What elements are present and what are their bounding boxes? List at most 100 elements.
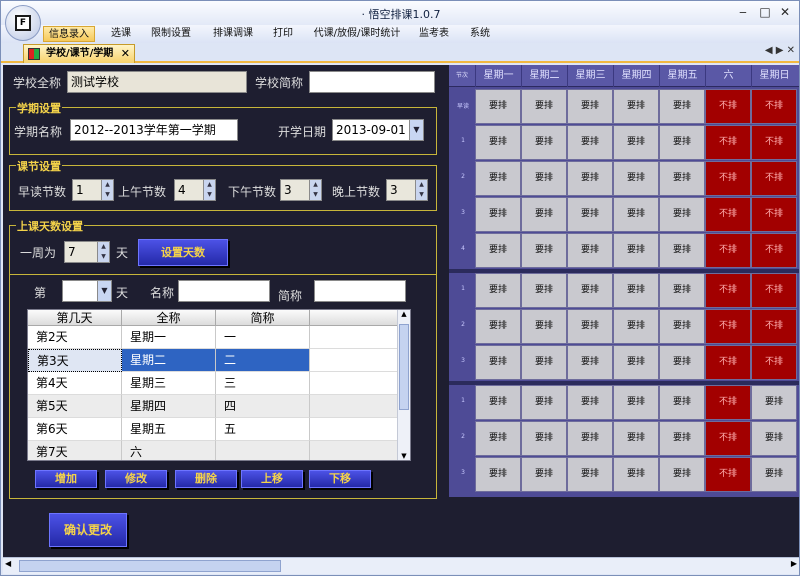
grid-cell[interactable]: 要排 [659, 161, 705, 196]
menu-substitution-stats[interactable]: 代课/放假/课时统计 [311, 26, 403, 42]
grid-cell[interactable]: 不排 [705, 457, 751, 492]
grid-cell[interactable]: 要排 [475, 233, 521, 268]
grid-cell[interactable]: 要排 [567, 309, 613, 344]
grid-cell[interactable]: 不排 [751, 345, 797, 380]
grid-cell[interactable]: 要排 [521, 125, 567, 160]
grid-cell[interactable]: 要排 [521, 273, 567, 308]
tab-nav-controls[interactable]: ◀ ▶ ✕ [765, 45, 795, 56]
grid-cell[interactable]: 要排 [475, 273, 521, 308]
grid-cell[interactable]: 不排 [705, 125, 751, 160]
edit-button[interactable]: 修改 [105, 470, 167, 488]
grid-cell[interactable]: 要排 [659, 457, 705, 492]
move-down-button[interactable]: 下移 [309, 470, 371, 488]
grid-cell[interactable]: 要排 [659, 273, 705, 308]
grid-cell[interactable]: 要排 [659, 233, 705, 268]
table-row[interactable]: 第5天 星期四 四 [28, 395, 398, 418]
menu-course-select[interactable]: 选课 [105, 26, 137, 42]
school-short-name-input[interactable] [309, 71, 435, 93]
grid-cell[interactable]: 不排 [751, 161, 797, 196]
scroll-down-icon[interactable]: ▼ [398, 452, 410, 460]
grid-cell[interactable]: 要排 [659, 421, 705, 456]
grid-cell[interactable]: 要排 [613, 89, 659, 124]
grid-cell[interactable]: 要排 [659, 309, 705, 344]
table-row-selected[interactable]: 第3天 星期二 二 [28, 349, 398, 372]
grid-cell[interactable]: 不排 [705, 233, 751, 268]
grid-cell[interactable]: 要排 [475, 385, 521, 420]
grid-cell[interactable]: 不排 [705, 197, 751, 232]
morning-periods-spinner[interactable]: 4 ▲ ▼ [174, 179, 216, 201]
grid-cell[interactable]: 要排 [613, 309, 659, 344]
grid-cell[interactable]: 不排 [705, 421, 751, 456]
spinner-arrows-icon[interactable]: ▲ ▼ [415, 180, 427, 200]
grid-cell[interactable]: 不排 [705, 273, 751, 308]
menu-system[interactable]: 系统 [465, 26, 495, 42]
tab-close-icon[interactable]: ✕ [121, 45, 130, 63]
table-row[interactable]: 第4天 星期三 三 [28, 372, 398, 395]
grid-column-header[interactable]: 星期五 [659, 65, 705, 87]
day-short-input[interactable] [314, 280, 406, 302]
menu-schedule[interactable]: 排课调课 [209, 26, 257, 42]
grid-cell[interactable]: 要排 [521, 385, 567, 420]
grid-cell[interactable]: 要排 [567, 89, 613, 124]
menu-proctor[interactable]: 监考表 [415, 26, 453, 42]
afternoon-periods-spinner[interactable]: 3 ▲ ▼ [280, 179, 322, 201]
grid-cell[interactable]: 要排 [521, 89, 567, 124]
grid-cell[interactable]: 要排 [613, 273, 659, 308]
table-header-day[interactable]: 第几天 [28, 310, 122, 326]
scroll-right-icon[interactable]: ▶ [791, 559, 797, 568]
grid-cell[interactable]: 要排 [751, 385, 797, 420]
grid-cell[interactable]: 不排 [705, 345, 751, 380]
semester-name-input[interactable]: 2012--2013学年第一学期 [70, 119, 238, 141]
spinner-arrows-icon[interactable]: ▲ ▼ [97, 242, 109, 262]
horizontal-scrollbar[interactable]: ◀ ▶ [3, 557, 799, 574]
grid-cell[interactable]: 不排 [751, 233, 797, 268]
grid-cell[interactable]: 要排 [613, 345, 659, 380]
minimize-button[interactable]: ‒ [733, 3, 753, 21]
evening-periods-spinner[interactable]: 3 ▲ ▼ [386, 179, 428, 201]
grid-cell[interactable]: 要排 [521, 421, 567, 456]
spinner-arrows-icon[interactable]: ▲ ▼ [101, 180, 113, 200]
grid-cell[interactable]: 不排 [705, 89, 751, 124]
grid-column-header[interactable]: 星期四 [613, 65, 659, 87]
week-days-spinner[interactable]: 7 ▲ ▼ [64, 241, 110, 263]
grid-cell[interactable]: 要排 [567, 345, 613, 380]
grid-cell[interactable]: 要排 [613, 457, 659, 492]
menu-print[interactable]: 打印 [269, 26, 297, 42]
grid-cell[interactable]: 要排 [521, 197, 567, 232]
grid-cell[interactable]: 要排 [751, 421, 797, 456]
day-name-input[interactable] [178, 280, 270, 302]
scroll-thumb[interactable] [399, 324, 409, 410]
grid-cell[interactable]: 要排 [567, 273, 613, 308]
grid-cell[interactable]: 要排 [475, 197, 521, 232]
grid-cell[interactable]: 不排 [751, 197, 797, 232]
early-periods-spinner[interactable]: 1 ▲ ▼ [72, 179, 114, 201]
menu-info-entry[interactable]: 信息录入 [43, 26, 95, 42]
table-header-short[interactable]: 简称 [216, 310, 310, 326]
chevron-down-icon[interactable]: ▼ [409, 120, 423, 140]
grid-cell[interactable]: 要排 [613, 161, 659, 196]
grid-cell[interactable]: 不排 [705, 385, 751, 420]
grid-cell[interactable]: 要排 [475, 345, 521, 380]
grid-cell[interactable]: 要排 [475, 309, 521, 344]
grid-cell[interactable]: 要排 [475, 161, 521, 196]
spinner-arrows-icon[interactable]: ▲ ▼ [309, 180, 321, 200]
grid-cell[interactable]: 要排 [475, 457, 521, 492]
grid-cell[interactable]: 要排 [567, 457, 613, 492]
spinner-arrows-icon[interactable]: ▲ ▼ [203, 180, 215, 200]
start-date-picker[interactable]: 2013-09-01 ▼ [332, 119, 424, 141]
grid-cell[interactable]: 不排 [705, 161, 751, 196]
grid-cell[interactable]: 要排 [567, 125, 613, 160]
close-button[interactable]: ✕ [775, 3, 795, 21]
delete-button[interactable]: 删除 [175, 470, 237, 488]
app-icon[interactable]: F [5, 5, 41, 41]
chevron-down-icon[interactable]: ▼ [97, 281, 111, 301]
grid-cell[interactable]: 要排 [521, 233, 567, 268]
table-header-full[interactable]: 全称 [122, 310, 216, 326]
grid-cell[interactable]: 要排 [567, 385, 613, 420]
grid-cell[interactable]: 要排 [613, 421, 659, 456]
grid-cell[interactable]: 要排 [613, 385, 659, 420]
table-row[interactable]: 第7天 六 [28, 441, 398, 460]
school-full-name-input[interactable]: 测试学校 [67, 71, 247, 93]
grid-cell[interactable]: 要排 [475, 421, 521, 456]
scroll-thumb[interactable] [19, 560, 281, 572]
